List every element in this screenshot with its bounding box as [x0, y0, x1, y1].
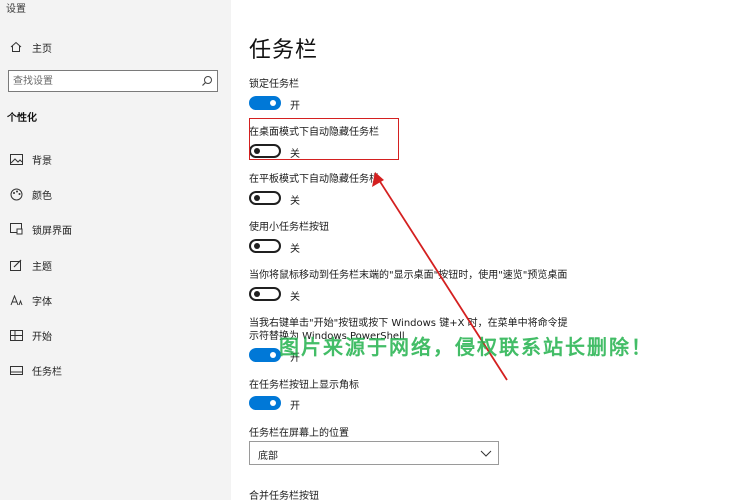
sidebar-item-label: 颜色: [32, 190, 52, 202]
start-icon: [6, 329, 26, 341]
highlight-box: [249, 118, 399, 160]
setting-label-autohide-tablet: 在平板模式下自动隐藏任务栏: [249, 174, 379, 185]
sidebar-item-themes[interactable]: 主题: [0, 253, 231, 277]
lock-screen-icon: [6, 223, 26, 235]
taskbar-icon: [6, 365, 26, 375]
home-icon: [6, 41, 26, 53]
sidebar-item-label: 主页: [32, 43, 52, 55]
toggle-state-small-buttons: 关: [290, 244, 300, 255]
category-title: 个性化: [7, 113, 37, 124]
image-icon: [6, 153, 26, 165]
sidebar-item-label: 主题: [32, 261, 52, 273]
toggle-powershell[interactable]: [249, 348, 281, 362]
font-icon: [6, 294, 26, 306]
sidebar-item-colors[interactable]: 颜色: [0, 182, 231, 206]
page-title: 任务栏: [249, 38, 319, 63]
toggle-state-lock-taskbar: 开: [290, 101, 300, 112]
sidebar-item-label: 锁屏界面: [32, 225, 72, 237]
toggle-knob: [270, 352, 276, 358]
toggle-knob: [270, 400, 276, 406]
toggle-knob: [254, 291, 260, 297]
toggle-small-buttons[interactable]: [249, 239, 281, 253]
palette-icon: [6, 188, 26, 201]
sidebar-item-label: 任务栏: [32, 366, 62, 378]
setting-label-small-buttons: 使用小任务栏按钮: [249, 222, 329, 233]
setting-label-peek: 当你将鼠标移动到任务栏末端的"显示桌面"按钮时，使用"速览"预览桌面: [249, 270, 568, 281]
toggle-knob: [254, 195, 260, 201]
search-icon[interactable]: [201, 75, 213, 87]
toggle-knob: [254, 243, 260, 249]
toggle-peek[interactable]: [249, 287, 281, 301]
sidebar-item-fonts[interactable]: 字体: [0, 288, 231, 312]
toggle-lock-taskbar[interactable]: [249, 96, 281, 110]
sidebar: 设置 主页 个性化 背景 颜色 锁屏界面 主题: [0, 0, 231, 500]
setting-label-badges: 在任务栏按钮上显示角标: [249, 380, 359, 391]
watermark-text: 图片来源于网络，侵权联系站长删除！: [279, 335, 653, 359]
search-input[interactable]: [13, 72, 193, 90]
position-dropdown-value: 底部: [258, 451, 278, 462]
toggle-autohide-tablet[interactable]: [249, 191, 281, 205]
toggle-badges[interactable]: [249, 396, 281, 410]
setting-label-position: 任务栏在屏幕上的位置: [249, 428, 349, 439]
sidebar-item-home[interactable]: 主页: [0, 35, 231, 59]
sidebar-item-lock-screen[interactable]: 锁屏界面: [0, 217, 231, 241]
sidebar-item-label: 开始: [32, 331, 52, 343]
theme-icon: [6, 259, 26, 271]
toggle-state-badges: 开: [290, 401, 300, 412]
toggle-state-peek: 关: [290, 292, 300, 303]
chevron-down-icon: [480, 450, 492, 457]
setting-label-lock-taskbar: 锁定任务栏: [249, 79, 299, 90]
sidebar-item-start[interactable]: 开始: [0, 323, 231, 347]
toggle-state-autohide-tablet: 关: [290, 196, 300, 207]
sidebar-item-label: 背景: [32, 155, 52, 167]
app-title: 设置: [6, 4, 26, 15]
sidebar-item-background[interactable]: 背景: [0, 147, 231, 171]
sidebar-item-label: 字体: [32, 296, 52, 308]
position-dropdown[interactable]: 底部: [249, 441, 499, 465]
sidebar-item-taskbar[interactable]: 任务栏: [0, 358, 231, 382]
toggle-knob: [270, 100, 276, 106]
main-panel: 任务栏 锁定任务栏 开 在桌面模式下自动隐藏任务栏 关 在平板模式下自动隐藏任务…: [231, 0, 750, 502]
search-box[interactable]: [8, 70, 218, 92]
